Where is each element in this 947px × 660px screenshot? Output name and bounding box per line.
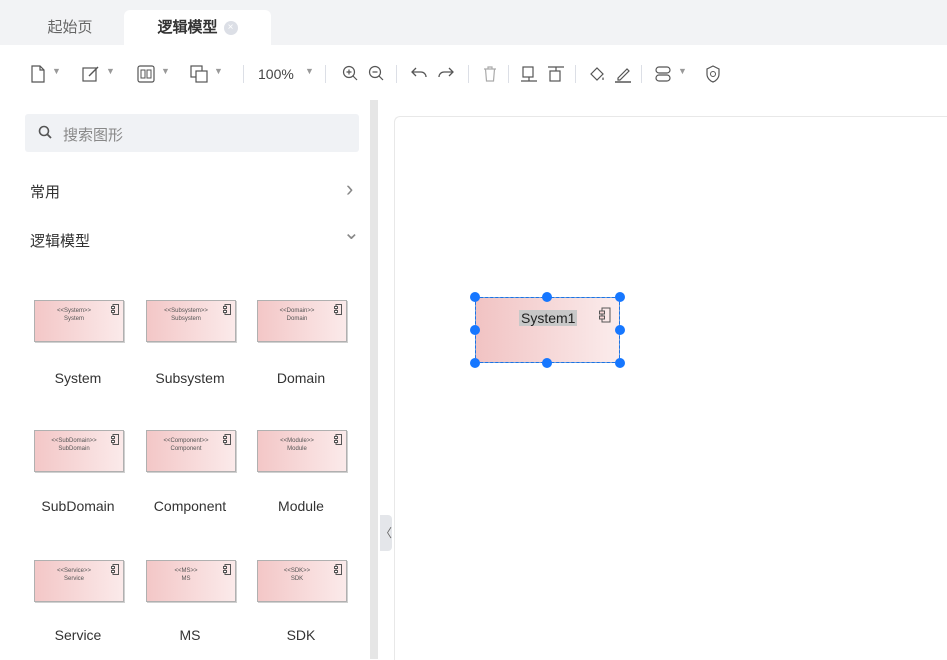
shape-domain-text: <<Domain>> Domain <box>279 308 315 322</box>
canvas-node-system1[interactable]: System1 <box>475 297 620 363</box>
shape-domain-label: Domain <box>276 370 326 386</box>
toolbar-divider <box>325 65 326 83</box>
tab-logic-model[interactable]: 逻辑模型 × <box>124 10 271 45</box>
search-input[interactable]: 搜索图形 <box>63 124 123 145</box>
fill-color-icon[interactable] <box>588 65 606 85</box>
redo-icon[interactable] <box>437 65 455 85</box>
zoom-level[interactable]: 100% <box>258 66 294 82</box>
category-logic-model[interactable]: 逻辑模型 <box>30 230 90 251</box>
tab-close-icon[interactable]: × <box>223 21 238 36</box>
arrange-dropdown-icon[interactable]: ▼ <box>161 66 170 76</box>
component-icon <box>334 434 342 445</box>
shape-service-label: Service <box>54 627 102 643</box>
zoom-out-icon[interactable] <box>368 65 384 85</box>
shape-system-text: <<System>> System <box>56 308 92 322</box>
to-back-icon[interactable] <box>547 65 565 85</box>
resize-handle-w[interactable] <box>470 325 480 335</box>
shape-subsystem-text: <<Subsystem>> Subsystem <box>164 308 208 322</box>
style-icon[interactable] <box>654 65 672 85</box>
component-icon <box>334 304 342 315</box>
search-icon <box>38 125 52 144</box>
shape-service[interactable]: <<Service>> Service <box>34 560 124 602</box>
component-icon <box>111 434 119 445</box>
shape-system[interactable]: <<System>> System <box>34 300 124 342</box>
shape-subdomain[interactable]: <<SubDomain>> SubDomain <box>34 430 124 472</box>
shape-search-box[interactable]: 搜索图形 <box>25 114 359 152</box>
collapse-sidebar-button[interactable]: 〈 <box>380 515 392 551</box>
shape-sdk-text: <<SDK>> SDK <box>283 568 311 582</box>
arrange-icon[interactable] <box>137 65 155 85</box>
shape-ms[interactable]: <<MS>> MS <box>146 560 236 602</box>
tab-bar: 起始页 逻辑模型 × <box>0 0 947 45</box>
to-front-icon[interactable] <box>520 65 538 85</box>
diagram-canvas[interactable] <box>394 116 947 660</box>
resize-handle-sw[interactable] <box>470 358 480 368</box>
shape-system-label: System <box>54 370 102 386</box>
line-color-icon[interactable] <box>614 65 632 85</box>
zoom-dropdown-icon[interactable]: ▼ <box>305 66 314 76</box>
toolbar-divider <box>468 65 469 83</box>
edit-icon[interactable] <box>82 65 100 85</box>
toolbar-divider <box>396 65 397 83</box>
component-icon <box>223 434 231 445</box>
delete-icon[interactable] <box>482 65 498 85</box>
tab-start-page-label: 起始页 <box>47 19 93 36</box>
shape-component-label: Component <box>153 498 227 514</box>
category-common-label: 常用 <box>30 184 61 201</box>
shape-component-text: <<Component>> Component <box>163 438 209 452</box>
shield-icon[interactable] <box>705 65 721 85</box>
resize-handle-nw[interactable] <box>470 292 480 302</box>
shape-subdomain-label: SubDomain <box>41 498 115 514</box>
layers-icon[interactable] <box>190 65 208 85</box>
layers-dropdown-icon[interactable]: ▼ <box>214 66 223 76</box>
chevron-down-icon[interactable]: ⌄ <box>343 220 360 245</box>
shape-module[interactable]: <<Module>> Module <box>257 430 347 472</box>
shape-subsystem-label: Subsystem <box>155 370 225 386</box>
undo-icon[interactable] <box>410 65 428 85</box>
new-file-dropdown-icon[interactable]: ▼ <box>52 66 61 76</box>
shape-component[interactable]: <<Component>> Component <box>146 430 236 472</box>
toolbar-divider <box>243 65 244 83</box>
shape-module-label: Module <box>278 498 324 514</box>
shape-library-sidebar: 搜索图形 常用 › 逻辑模型 ⌄ <<System>> System System… <box>10 100 370 659</box>
toolbar-divider <box>508 65 509 83</box>
resize-handle-ne[interactable] <box>615 292 625 302</box>
edit-dropdown-icon[interactable]: ▼ <box>106 66 115 76</box>
component-icon <box>111 564 119 575</box>
shape-sdk[interactable]: <<SDK>> SDK <box>257 560 347 602</box>
toolbar-divider <box>575 65 576 83</box>
category-logic-model-label: 逻辑模型 <box>30 233 91 250</box>
tab-logic-model-label: 逻辑模型 <box>157 19 218 36</box>
toolbar: ▼ ▼ ▼ ▼ 100% ▼ ▼ <box>0 45 947 100</box>
sidebar-scrollbar[interactable] <box>370 100 378 659</box>
shape-module-text: <<Module>> Module <box>280 438 314 452</box>
tab-start-page[interactable]: 起始页 <box>22 10 118 45</box>
resize-handle-se[interactable] <box>615 358 625 368</box>
chevron-right-icon[interactable]: › <box>346 176 353 202</box>
shape-sdk-label: SDK <box>286 627 316 643</box>
shape-subsystem[interactable]: <<Subsystem>> Subsystem <box>146 300 236 342</box>
category-common[interactable]: 常用 <box>30 181 60 202</box>
shape-service-text: <<Service>> Service <box>56 568 92 582</box>
component-icon <box>334 564 342 575</box>
toolbar-divider <box>641 65 642 83</box>
shape-ms-label: MS <box>179 627 201 643</box>
zoom-in-icon[interactable] <box>342 65 358 85</box>
shape-ms-text: <<MS>> MS <box>174 568 198 582</box>
style-dropdown-icon[interactable]: ▼ <box>678 66 687 76</box>
resize-handle-e[interactable] <box>615 325 625 335</box>
resize-handle-s[interactable] <box>542 358 552 368</box>
component-icon <box>223 564 231 575</box>
shape-subdomain-text: <<SubDomain>> SubDomain <box>51 438 97 452</box>
canvas-node-label[interactable]: System1 <box>519 310 578 326</box>
component-icon <box>223 304 231 315</box>
new-file-icon[interactable] <box>30 65 46 85</box>
component-icon <box>599 307 611 323</box>
shape-domain[interactable]: <<Domain>> Domain <box>257 300 347 342</box>
component-icon <box>111 304 119 315</box>
resize-handle-n[interactable] <box>542 292 552 302</box>
